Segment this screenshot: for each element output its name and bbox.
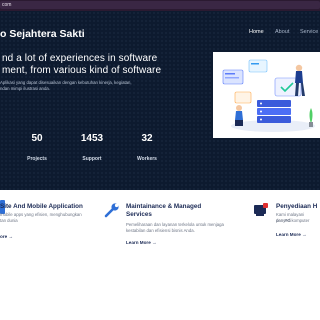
- card-2-title: Maintainance & Managed Services: [126, 203, 201, 218]
- stat-projects-label: Projects: [27, 156, 47, 162]
- hero-illustration: [213, 52, 320, 138]
- browser-bar: com: [0, 0, 320, 11]
- subtitle-line-2: ndan mimpi ilustrasi anda.: [0, 85, 50, 91]
- nav-service[interactable]: Service: [300, 29, 318, 35]
- hero-headline: nd a lot of experiences in software ment…: [2, 53, 180, 77]
- arrow-right-icon: →: [8, 234, 14, 239]
- headline-line-2: ment, from various kind of software: [2, 65, 162, 76]
- arrow-right-icon: →: [152, 240, 157, 245]
- card-1-title: Site And Mobile Application: [0, 203, 83, 210]
- nav-home[interactable]: Home: [249, 29, 264, 35]
- brand-logo-text[interactable]: o Sejahtera Sakti: [0, 28, 85, 40]
- card-1-learn-more-label: ore: [0, 234, 8, 239]
- card-2-learn-more-link[interactable]: Learn More →: [126, 240, 157, 245]
- card-3-learn-more-link[interactable]: Learn More →: [276, 232, 307, 237]
- card-1-learn-more-link[interactable]: ore →: [0, 234, 13, 239]
- card-2-text-line-2: kestabilan dan efisiensi bisnis Anda.: [126, 228, 195, 233]
- card-3-text-line-2: dan PC komputer: [276, 218, 310, 223]
- card-3-learn-more-label: Learn More: [276, 232, 301, 237]
- stat-workers-value: 32: [141, 133, 153, 144]
- address-bar[interactable]: com: [0, 1, 320, 9]
- headline-line-1: nd a lot of experiences in software: [2, 53, 158, 64]
- hardware-icon: [254, 203, 268, 216]
- server-stack-icon: [257, 100, 291, 123]
- stat-support-label: Support: [82, 156, 102, 162]
- hero-section: o Sejahtera Sakti Home About Service nd …: [0, 11, 320, 190]
- address-text: com: [2, 2, 12, 8]
- card-1-text-line-2: tan dunia: [0, 218, 18, 223]
- stat-workers-label: Workers: [137, 156, 157, 162]
- nav-about[interactable]: About: [275, 29, 289, 35]
- stat-support-value: 1453: [80, 133, 104, 144]
- card-2-learn-more-label: Learn More: [126, 240, 151, 245]
- arrow-right-icon: →: [302, 232, 307, 237]
- hero-subtitle: Aplikasi yang dapat disesuaikan dengan k…: [0, 80, 170, 91]
- stat-projects-value: 50: [31, 133, 43, 144]
- card-3-title: Penyediaan H: [276, 203, 318, 210]
- card-2-title-line-1: Maintainance & Managed: [126, 203, 202, 210]
- wrench-icon: [104, 203, 119, 218]
- card-2-title-line-2: Services: [126, 210, 152, 218]
